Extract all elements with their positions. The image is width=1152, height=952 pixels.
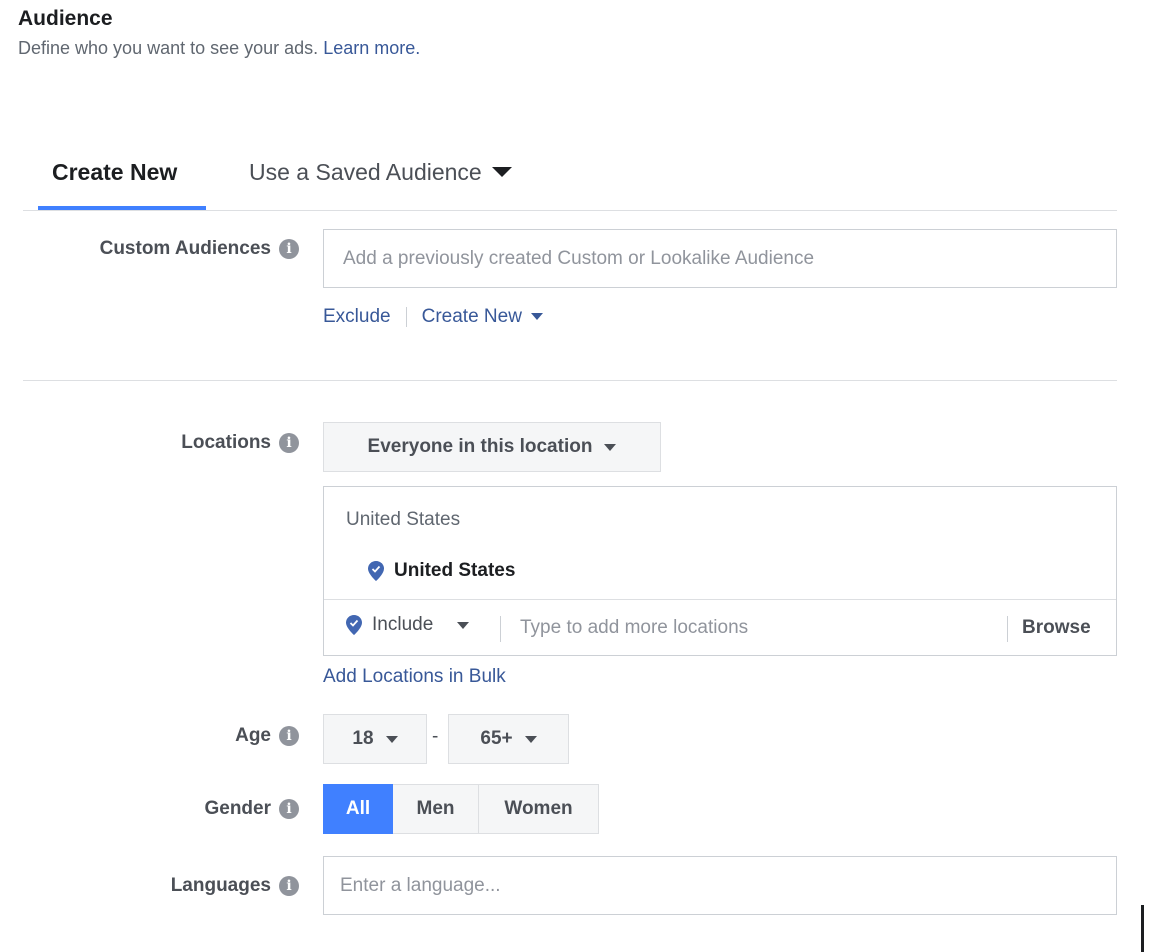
gender-label: Gender i xyxy=(19,797,299,821)
location-mode-dropdown[interactable]: Everyone in this location xyxy=(323,422,661,472)
custom-audiences-label-text: Custom Audiences xyxy=(99,238,271,259)
caret-down-icon xyxy=(524,735,537,743)
text-cursor xyxy=(1141,905,1144,952)
caret-down-icon xyxy=(492,166,513,177)
info-icon[interactable]: i xyxy=(279,239,299,259)
subtitle-text: Define who you want to see your ads. xyxy=(18,38,319,58)
caret-down-icon xyxy=(604,443,617,451)
tabs-divider xyxy=(23,210,1117,211)
locations-inner-divider xyxy=(324,599,1116,600)
gender-selector: All Men Women xyxy=(323,784,599,834)
actions-divider xyxy=(405,307,407,327)
age-max-text: 65+ xyxy=(480,728,513,749)
age-separator: - xyxy=(432,726,439,747)
language-placeholder: Enter a language... xyxy=(340,874,501,896)
info-icon[interactable]: i xyxy=(279,726,299,746)
age-label: Age i xyxy=(19,724,299,748)
location-group-title: United States xyxy=(346,509,461,530)
language-input[interactable]: Enter a language... xyxy=(323,856,1117,915)
locations-label: Locations i xyxy=(19,431,299,455)
create-new-link-text: Create New xyxy=(421,306,522,327)
age-label-text: Age xyxy=(235,725,271,746)
tab-saved-label: Use a Saved Audience xyxy=(249,159,482,185)
info-icon[interactable]: i xyxy=(279,433,299,453)
info-icon[interactable]: i xyxy=(279,876,299,896)
selected-location-text: United States xyxy=(394,560,516,581)
custom-audiences-placeholder: Add a previously created Custom or Looka… xyxy=(343,247,815,269)
location-pin-icon xyxy=(346,615,362,635)
languages-label-text: Languages xyxy=(170,875,271,896)
gender-men-button[interactable]: Men xyxy=(393,784,479,834)
browse-button[interactable]: Browse xyxy=(1022,617,1091,639)
custom-audiences-input[interactable]: Add a previously created Custom or Looka… xyxy=(323,229,1117,288)
caret-down-icon xyxy=(457,621,470,629)
add-locations-bulk-link[interactable]: Add Locations in Bulk xyxy=(323,666,506,688)
location-search-input[interactable]: Type to add more locations xyxy=(520,617,748,639)
age-min-text: 18 xyxy=(352,728,374,749)
section-subtitle: Define who you want to see your ads. Lea… xyxy=(18,38,420,59)
learn-more-link[interactable]: Learn more. xyxy=(323,38,420,58)
section-title: Audience xyxy=(18,7,113,30)
tab-use-saved-audience[interactable]: Use a Saved Audience xyxy=(249,159,513,186)
include-divider xyxy=(500,616,501,642)
include-dropdown[interactable]: Include xyxy=(346,614,470,636)
custom-audiences-label: Custom Audiences i xyxy=(19,237,299,261)
age-max-dropdown[interactable]: 65+ xyxy=(448,714,569,764)
include-text: Include xyxy=(372,614,434,635)
exclude-link[interactable]: Exclude xyxy=(323,306,391,328)
languages-label: Languages i xyxy=(19,874,299,898)
gender-label-text: Gender xyxy=(204,798,271,819)
gender-women-button[interactable]: Women xyxy=(479,784,599,834)
section-divider xyxy=(23,380,1117,381)
browse-divider xyxy=(1007,616,1008,642)
caret-down-icon xyxy=(385,735,398,743)
caret-down-icon xyxy=(531,313,544,321)
age-min-dropdown[interactable]: 18 xyxy=(323,714,427,764)
selected-location[interactable]: United States xyxy=(368,560,515,582)
location-pin-icon xyxy=(368,561,384,581)
gender-all-button[interactable]: All xyxy=(323,784,393,834)
custom-audiences-actions: Exclude Create New xyxy=(323,306,544,328)
info-icon[interactable]: i xyxy=(279,799,299,819)
create-new-link[interactable]: Create New xyxy=(422,306,544,328)
locations-label-text: Locations xyxy=(181,432,271,453)
location-mode-text: Everyone in this location xyxy=(367,436,593,457)
tab-create-new[interactable]: Create New xyxy=(52,159,177,186)
